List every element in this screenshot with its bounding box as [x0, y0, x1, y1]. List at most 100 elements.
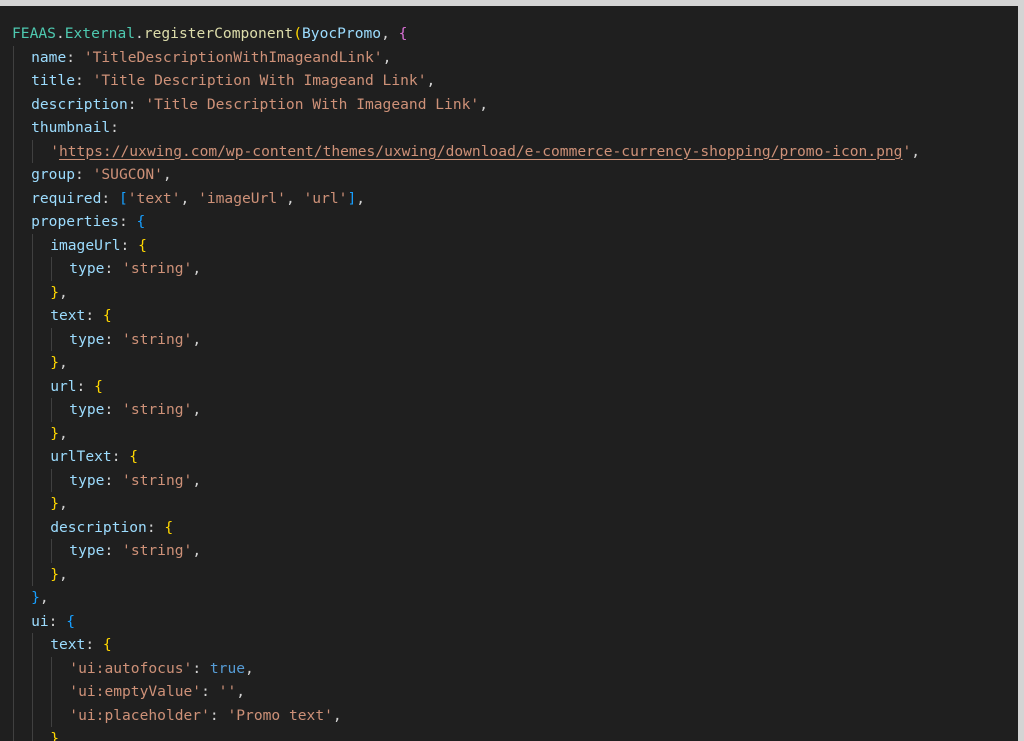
code-line[interactable]: description: 'Title Description With Ima…: [12, 92, 1008, 116]
code-token: :: [201, 683, 219, 700]
bracket-token: {: [136, 213, 146, 230]
code-line[interactable]: 'ui:emptyValue': '',: [12, 680, 1008, 704]
namespace-token: FEAAS: [12, 25, 56, 42]
function-name-token: registerComponent: [143, 25, 294, 42]
code-line[interactable]: properties: {: [12, 210, 1008, 234]
code-line[interactable]: },: [12, 421, 1008, 445]
property-key-token: ByocPromo: [302, 25, 382, 42]
indent-guide: [32, 727, 34, 741]
code-line[interactable]: description: {: [12, 515, 1008, 539]
code-line[interactable]: ui: {: [12, 609, 1008, 633]
code-line[interactable]: },: [12, 492, 1008, 516]
code-line[interactable]: 'ui:placeholder': 'Promo text',: [12, 703, 1008, 727]
code-line[interactable]: title: 'Title Description With Imageand …: [12, 69, 1008, 93]
code-line[interactable]: 'https://uxwing.com/wp-content/themes/ux…: [12, 139, 1008, 163]
code-line[interactable]: },: [12, 280, 1008, 304]
indent-guide: [13, 186, 14, 210]
code-text: }: [50, 730, 59, 741]
string-token: 'imageUrl': [198, 189, 286, 207]
string-token: ': [50, 142, 59, 160]
code-line[interactable]: },: [12, 351, 1008, 375]
code-line[interactable]: url: {: [12, 374, 1008, 398]
bracket-token: {: [102, 636, 112, 653]
code-line[interactable]: type: 'string',: [12, 327, 1008, 351]
property-key-token: type: [69, 401, 105, 418]
string-token: '': [218, 683, 237, 700]
namespace-token: External: [64, 25, 136, 42]
code-line[interactable]: text: {: [12, 633, 1008, 657]
indent-guide: [13, 304, 14, 328]
code-line[interactable]: text: {: [12, 304, 1008, 328]
code-token: ,: [332, 706, 342, 724]
code-line[interactable]: group: 'SUGCON',: [12, 163, 1008, 187]
code-line[interactable]: },: [12, 586, 1008, 610]
string-token: 'string': [122, 542, 193, 559]
indent-guide: [32, 445, 34, 469]
code-token: :: [76, 377, 95, 395]
bracket-token: }: [50, 730, 59, 741]
code-line[interactable]: type: 'string',: [12, 539, 1008, 563]
code-text: 'ui:autofocus': true,: [69, 660, 254, 677]
code-token: ,: [245, 659, 254, 677]
code-line[interactable]: imageUrl: {: [12, 233, 1008, 257]
indent-guide: [13, 69, 14, 93]
code-token: ,: [479, 95, 488, 113]
indent-guide: [32, 492, 34, 516]
code-token: ,: [58, 565, 68, 583]
code-text: },: [31, 589, 49, 606]
code-token: ,: [285, 189, 304, 207]
property-key-token: type: [69, 471, 105, 489]
code-text: },: [50, 354, 68, 371]
url-link-token[interactable]: https://uxwing.com/wp-content/themes/uxw…: [59, 143, 902, 160]
property-key-token: type: [69, 330, 105, 348]
indent-guide: [13, 680, 14, 704]
code-line[interactable]: thumbnail:: [12, 116, 1008, 140]
code-line[interactable]: }: [12, 727, 1008, 741]
code-line[interactable]: urlText: {: [12, 445, 1008, 469]
code-text: FEAAS.External.registerComponent(ByocPro…: [12, 25, 407, 42]
property-key-token: title: [31, 72, 76, 89]
code-line[interactable]: name: 'TitleDescriptionWithImageandLink'…: [12, 45, 1008, 69]
code-token: ,: [162, 166, 172, 183]
string-token: 'string': [122, 330, 193, 348]
code-token: ,: [192, 330, 202, 348]
code-line[interactable]: 'ui:autofocus': true,: [12, 656, 1008, 680]
property-key-token: properties: [31, 213, 119, 230]
indent-guide: [13, 539, 14, 563]
indent-guide: [32, 680, 34, 704]
code-token: ,: [58, 354, 68, 371]
indent-guide: [32, 562, 34, 586]
property-key-token: text: [50, 636, 86, 653]
code-text: text: {: [50, 307, 112, 324]
code-line[interactable]: FEAAS.External.registerComponent(ByocPro…: [12, 22, 1008, 46]
bracket-token: {: [66, 612, 76, 630]
code-token: ,: [39, 589, 49, 606]
code-text: thumbnail:: [31, 119, 119, 136]
code-editor[interactable]: FEAAS.External.registerComponent(ByocPro…: [12, 22, 1008, 741]
string-token: 'TitleDescriptionWithImageandLink': [83, 48, 383, 66]
indent-guide: [51, 257, 53, 281]
bracket-token: {: [129, 448, 139, 465]
property-key-token: name: [31, 48, 67, 66]
code-token: ,: [426, 72, 436, 89]
bracket-token: {: [102, 307, 112, 324]
code-token: ,: [381, 25, 399, 42]
bracket-token: [: [118, 189, 128, 207]
property-key-token: imageUrl: [50, 236, 121, 254]
code-line[interactable]: required: ['text', 'imageUrl', 'url'],: [12, 186, 1008, 210]
code-text: name: 'TitleDescriptionWithImageandLink'…: [31, 49, 391, 66]
code-token: :: [120, 236, 139, 254]
code-line[interactable]: type: 'string',: [12, 257, 1008, 281]
indent-guide: [32, 539, 34, 563]
string-token: 'url': [303, 189, 348, 207]
bracket-token: {: [94, 377, 103, 395]
indent-guide: [32, 633, 34, 657]
code-token: :: [104, 260, 123, 277]
indent-guide: [13, 398, 14, 422]
code-line[interactable]: type: 'string',: [12, 398, 1008, 422]
code-line[interactable]: },: [12, 562, 1008, 586]
code-text: ui: {: [31, 613, 75, 630]
bracket-token: (: [293, 25, 302, 42]
code-text: 'ui:emptyValue': '',: [69, 683, 245, 700]
code-line[interactable]: type: 'string',: [12, 468, 1008, 492]
